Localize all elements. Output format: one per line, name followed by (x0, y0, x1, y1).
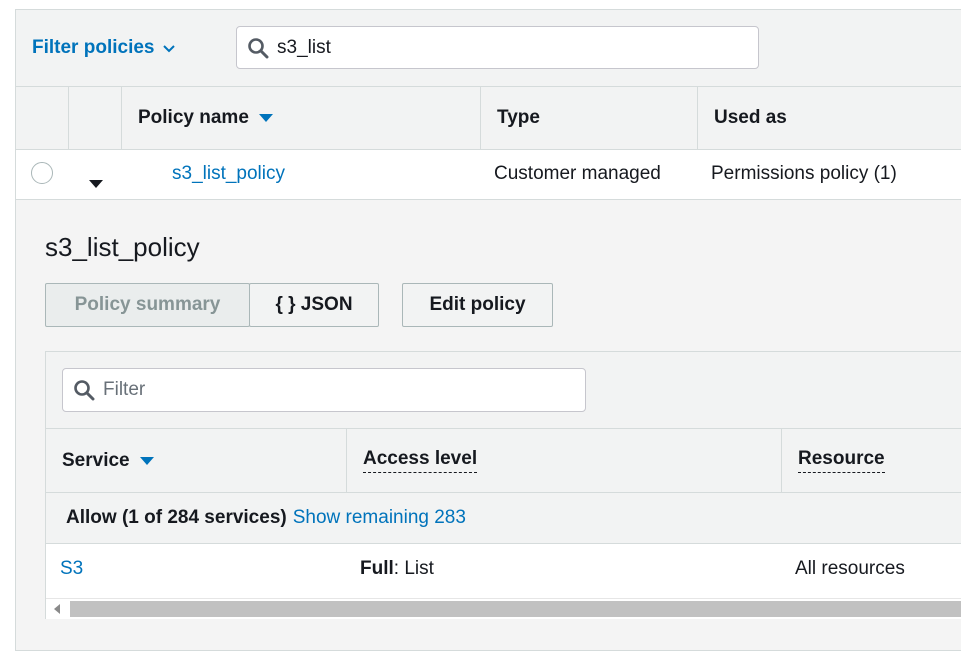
policy-summary-panel: Service Access level Resource Allow (1 o… (45, 351, 961, 619)
policy-name-link[interactable]: s3_list_policy (172, 163, 285, 185)
horizontal-scrollbar[interactable] (46, 598, 961, 619)
expand-column-header (68, 87, 121, 149)
summary-filter-input[interactable] (101, 378, 545, 402)
service-column-header[interactable]: Service (46, 429, 346, 492)
service-row: S3 Full: List All resources (46, 544, 961, 594)
policy-select-radio[interactable] (31, 162, 53, 184)
edit-policy-button[interactable]: Edit policy (402, 283, 553, 327)
service-s3-link[interactable]: S3 (60, 558, 83, 580)
search-icon (248, 37, 269, 58)
sort-down-icon (139, 456, 154, 465)
filter-policies-label: Filter policies (32, 37, 155, 58)
access-level-value: Full: List (360, 558, 434, 580)
access-level-header-label: Access level (363, 448, 478, 473)
used-as-column-header[interactable]: Used as (697, 87, 961, 149)
summary-filter-box[interactable] (62, 368, 586, 412)
sort-down-icon (258, 114, 273, 122)
policy-type: Customer managed (494, 163, 661, 184)
allow-label: Allow (1 of 284 services) (66, 507, 287, 528)
access-level-column-header[interactable]: Access level (346, 429, 781, 492)
scrollbar-thumb[interactable] (70, 601, 961, 617)
policy-search-box[interactable] (236, 26, 759, 69)
service-header-label: Service (62, 449, 130, 471)
type-column-header[interactable]: Type (480, 87, 697, 149)
search-icon (74, 380, 95, 401)
filter-bar: Filter policies (16, 10, 961, 87)
allow-group-row: Allow (1 of 284 services) Show remaining… (46, 493, 961, 544)
tab-json[interactable]: { } JSON (249, 283, 379, 327)
select-column-header (16, 87, 68, 149)
resource-value: All resources (795, 558, 905, 579)
used-as-header-label: Used as (714, 107, 787, 128)
access-level-rest: : List (393, 558, 434, 579)
tab-policy-summary[interactable]: Policy summary (45, 283, 250, 327)
summary-filter-bar (46, 352, 961, 429)
scroll-left-icon[interactable] (54, 604, 60, 614)
policy-row[interactable]: s3_list_policy Customer managed Permissi… (16, 150, 961, 200)
filter-policies-dropdown[interactable]: Filter policies (32, 37, 176, 59)
show-remaining-link[interactable]: Show remaining 283 (293, 507, 466, 529)
policy-search-input[interactable] (275, 35, 719, 60)
summary-table-header: Service Access level Resource (46, 429, 961, 493)
resource-header-label: Resource (798, 448, 885, 473)
resource-column-header[interactable]: Resource (781, 429, 961, 492)
policies-table-header: Policy name Type Used as (16, 87, 961, 150)
type-header-label: Type (497, 107, 540, 128)
policy-used-as: Permissions policy (1) (711, 163, 897, 184)
policy-name-header-label: Policy name (138, 107, 249, 128)
policy-name-column-header[interactable]: Policy name (121, 87, 480, 149)
policy-detail-title: s3_list_policy (45, 232, 200, 262)
policies-panel: Filter policies Policy name Type Used as… (15, 9, 961, 651)
caret-down-icon[interactable] (89, 180, 103, 188)
chevron-down-icon (163, 45, 176, 53)
access-level-strong: Full (360, 558, 394, 579)
